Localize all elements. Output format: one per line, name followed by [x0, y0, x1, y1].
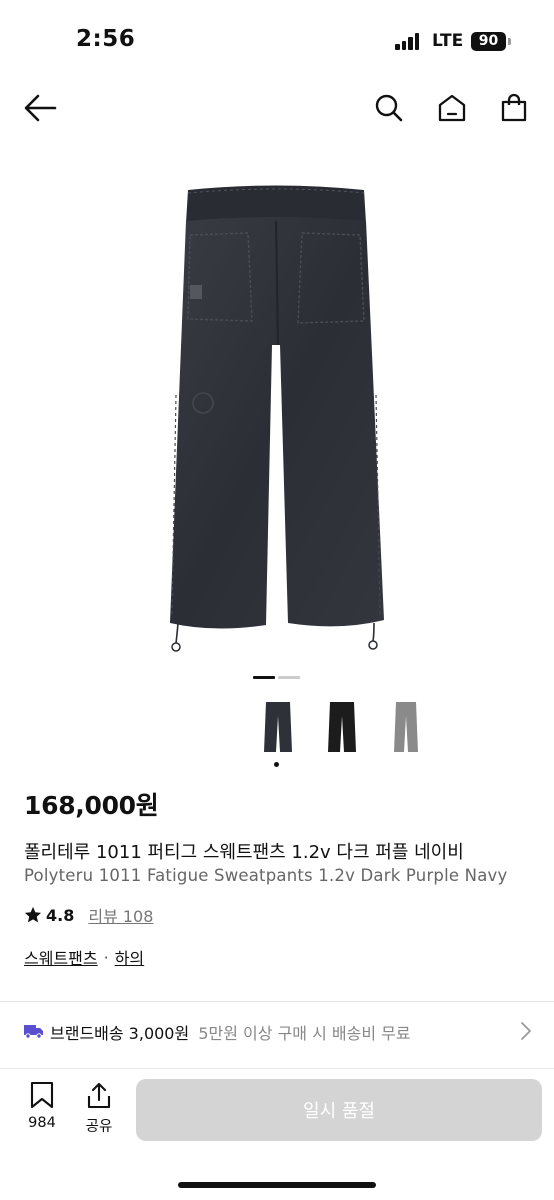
category-breadcrumb: 스웨트팬츠 · 하의	[24, 945, 144, 969]
search-button[interactable]	[369, 88, 409, 128]
home-icon	[438, 94, 466, 122]
category-link-sweatpants[interactable]: 스웨트팬츠	[24, 945, 98, 969]
category-link-bottoms[interactable]: 하의	[115, 945, 144, 969]
shopping-bag-icon	[501, 93, 527, 122]
share-icon	[87, 1082, 111, 1109]
bottom-action-bar: 984 공유 일시 품절	[0, 1068, 554, 1200]
back-arrow-icon	[24, 94, 57, 122]
thumbnail-navy[interactable]	[258, 698, 298, 756]
like-count: 984	[28, 1115, 56, 1131]
battery-level: 90	[471, 32, 506, 51]
category-separator: ·	[103, 947, 109, 967]
delivery-truck-icon	[24, 1025, 43, 1039]
soldout-button[interactable]: 일시 품절	[136, 1079, 542, 1141]
share-button[interactable]: 공유	[76, 1081, 122, 1143]
sweatpants-image	[170, 185, 384, 652]
share-label: 공유	[85, 1119, 113, 1135]
thumbnail-black[interactable]	[322, 698, 362, 756]
home-button[interactable]	[432, 88, 472, 128]
thumbnail-gray-image	[394, 702, 418, 752]
status-bar: 2:56 LTE 90	[0, 0, 554, 80]
carrier-label: LTE	[432, 31, 464, 51]
rating-value: 4.8	[46, 905, 75, 925]
product-image[interactable]	[0, 145, 554, 665]
shipping-condition: 5만원 이상 구매 시 배송비 무료	[198, 1024, 411, 1043]
rating-row: 4.8 리뷰 108	[24, 904, 153, 926]
shipping-text: 브랜드배송 3,000원 5만원 이상 구매 시 배송비 무료	[50, 1020, 411, 1044]
shipping-fee: 브랜드배송 3,000원	[50, 1024, 190, 1043]
star-icon	[24, 906, 42, 923]
thumbnail-black-image	[328, 702, 356, 752]
chevron-right-icon	[521, 1022, 531, 1040]
like-button[interactable]: 984	[19, 1081, 65, 1143]
product-title-ko: 폴리테루 1011 퍼티그 스웨트팬츠 1.2v 다크 퍼플 네이비	[24, 842, 464, 863]
pager-active	[253, 676, 275, 679]
battery-icon: 90	[471, 32, 511, 51]
color-thumbnails	[0, 698, 554, 768]
shipping-info-row[interactable]: 브랜드배송 3,000원 5만원 이상 구매 시 배송비 무료	[0, 1003, 554, 1059]
thumbnail-gray[interactable]	[386, 698, 426, 756]
product-price: 168,000원	[24, 791, 159, 820]
divider	[0, 1001, 554, 1002]
bookmark-icon	[30, 1081, 54, 1109]
signal-icon	[395, 32, 421, 50]
pager-inactive	[278, 676, 300, 679]
cart-button[interactable]	[494, 88, 534, 128]
status-time: 2:56	[76, 26, 136, 52]
top-nav	[0, 80, 554, 136]
search-icon	[375, 94, 403, 122]
review-link[interactable]: 리뷰 108	[88, 903, 153, 927]
thumbnail-navy-image	[264, 702, 292, 752]
back-button[interactable]	[20, 88, 60, 128]
home-indicator	[178, 1182, 376, 1188]
product-title-en: Polyteru 1011 Fatigue Sweatpants 1.2v Da…	[24, 866, 508, 885]
image-pager	[253, 676, 301, 679]
thumbnail-selected-dot	[274, 762, 279, 767]
